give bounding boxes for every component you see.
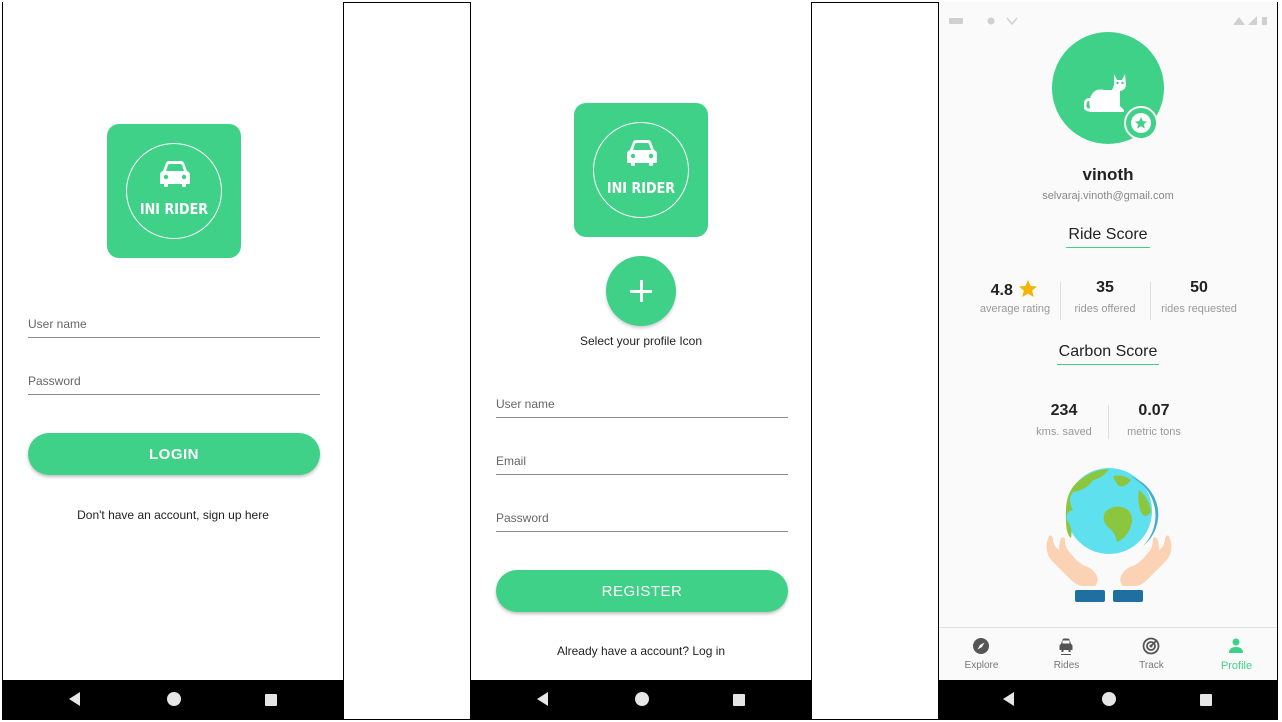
- home-icon[interactable]: [1102, 692, 1116, 706]
- car-icon: [1059, 638, 1073, 655]
- home-icon[interactable]: [167, 692, 181, 706]
- car-icon: [160, 161, 190, 187]
- logo-brand-text: INI RIDER: [139, 200, 209, 218]
- cat-icon: [1084, 74, 1126, 112]
- status-bar-left-icons: [949, 16, 1019, 28]
- login-link[interactable]: Already have a account? Log in: [471, 644, 811, 658]
- ride-score-title: Ride Score: [939, 226, 1277, 248]
- tab-explore[interactable]: Explore: [939, 628, 1024, 680]
- username-input[interactable]: [496, 397, 788, 411]
- metric-tons-stat: 0.07 metric tons: [1113, 402, 1195, 438]
- rides-offered-stat: 35 rides offered: [1063, 279, 1147, 315]
- rides-requested-stat: 50 rides requested: [1152, 279, 1246, 315]
- signal-battery-icons: [1233, 16, 1267, 25]
- tab-track[interactable]: Track: [1109, 628, 1194, 680]
- target-icon: [1142, 637, 1160, 655]
- car-icon: [627, 140, 657, 166]
- email-input[interactable]: [496, 454, 788, 468]
- kms-saved-value: 234: [1050, 402, 1078, 419]
- recent-apps-icon[interactable]: [265, 694, 277, 706]
- rides-offered-value: 35: [1096, 279, 1114, 296]
- profile-screen: vinoth selvaraj.vinoth@gmail.com Ride Sc…: [938, 2, 1278, 720]
- compass-icon: [973, 638, 989, 654]
- tab-profile-label: Profile: [1220, 660, 1253, 672]
- back-icon[interactable]: [537, 692, 548, 706]
- username-input[interactable]: [28, 317, 320, 331]
- tab-rides[interactable]: Rides: [1024, 628, 1109, 680]
- profile-email: selvaraj.vinoth@gmail.com: [1042, 190, 1174, 202]
- register-button[interactable]: REGISTER: [496, 570, 788, 612]
- tab-explore-label: Explore: [964, 660, 999, 671]
- back-icon[interactable]: [1003, 692, 1014, 706]
- password-field[interactable]: [28, 364, 320, 395]
- person-icon: [1229, 638, 1243, 653]
- android-nav-bar: [939, 680, 1277, 720]
- rides-requested-label: rides requested: [1161, 303, 1237, 315]
- android-nav-bar: [3, 680, 343, 720]
- add-profile-icon-button[interactable]: [606, 256, 676, 326]
- password-field[interactable]: [496, 501, 788, 532]
- badge-star: [1124, 106, 1158, 140]
- average-rating-value: 4.8: [990, 282, 1013, 299]
- tab-profile[interactable]: Profile: [1194, 628, 1277, 680]
- logo-brand-text: INI RIDER: [606, 179, 676, 197]
- divider: [1150, 282, 1151, 320]
- tab-rides-label: Rides: [1053, 660, 1080, 671]
- notification-icons: [949, 17, 1018, 26]
- status-bar-right-icons: [1233, 16, 1269, 28]
- bottom-tab-bar: Explore Rides Track Profile: [939, 627, 1277, 680]
- rides-requested-value: 50: [1190, 279, 1208, 296]
- star-icon: [1134, 117, 1148, 129]
- android-nav-bar: [471, 680, 811, 720]
- login-screen: INI RIDER LOGIN Don't have an account, s…: [2, 2, 344, 720]
- password-input[interactable]: [28, 374, 320, 388]
- rides-offered-label: rides offered: [1074, 303, 1136, 315]
- username-field[interactable]: [28, 307, 320, 338]
- average-rating-label: average rating: [979, 303, 1051, 315]
- login-button[interactable]: LOGIN: [28, 433, 320, 475]
- register-screen: INI RIDER Select your profile Icon REGIS…: [470, 2, 812, 720]
- email-field[interactable]: [496, 444, 788, 475]
- average-rating-stat: 4.8 average rating: [969, 279, 1061, 315]
- star-icon: [1019, 280, 1038, 297]
- kms-saved-label: kms. saved: [1036, 426, 1092, 438]
- username-field[interactable]: [496, 387, 788, 418]
- earth-in-hands-illustration: [1046, 468, 1172, 602]
- kms-saved-stat: 234 kms. saved: [1025, 402, 1103, 438]
- signup-link[interactable]: Don't have an account, sign up here: [3, 508, 343, 522]
- home-icon[interactable]: [635, 692, 649, 706]
- metric-tons-label: metric tons: [1127, 426, 1181, 438]
- password-input[interactable]: [496, 511, 788, 525]
- divider: [1108, 405, 1109, 439]
- select-icon-hint: Select your profile Icon: [579, 334, 703, 348]
- metric-tons-value: 0.07: [1138, 402, 1170, 419]
- app-logo: INI RIDER: [107, 124, 241, 258]
- divider: [1060, 282, 1061, 320]
- carbon-score-title: Carbon Score: [939, 343, 1277, 365]
- app-logo: INI RIDER: [574, 103, 708, 237]
- recent-apps-icon[interactable]: [1200, 694, 1212, 706]
- tab-track-label: Track: [1139, 660, 1164, 671]
- back-icon[interactable]: [69, 692, 80, 706]
- profile-user-name: vinoth: [1082, 165, 1134, 184]
- recent-apps-icon[interactable]: [733, 694, 745, 706]
